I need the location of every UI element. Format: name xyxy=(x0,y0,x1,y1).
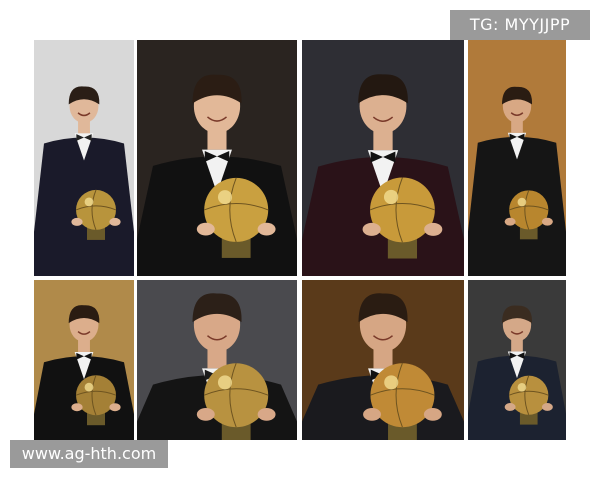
watermark-telegram: TG: MYYJJPP xyxy=(450,10,590,40)
hand-left xyxy=(71,217,83,226)
photo-tile-4 xyxy=(468,40,566,276)
portrait-illustration xyxy=(302,280,464,440)
hand-left xyxy=(196,222,215,236)
trophy-highlight xyxy=(517,383,527,392)
hand-left xyxy=(363,408,381,421)
portrait-illustration xyxy=(34,280,134,440)
hand-right xyxy=(257,222,276,236)
hand-right xyxy=(257,408,276,421)
trophy-highlight xyxy=(217,375,233,390)
hand-right xyxy=(424,222,443,236)
hand-right xyxy=(541,217,553,226)
golden-ball-trophy xyxy=(370,177,435,243)
trophy-highlight xyxy=(383,189,399,205)
trophy-highlight xyxy=(84,197,94,207)
hand-right xyxy=(423,408,442,421)
hand-left xyxy=(504,217,516,226)
golden-ball-trophy xyxy=(509,190,549,230)
hand-left xyxy=(196,408,215,421)
golden-ball-trophy xyxy=(204,363,269,428)
hand-right xyxy=(109,217,121,226)
trophy-highlight xyxy=(517,197,527,207)
hand-left xyxy=(362,222,381,236)
trophy-highlight xyxy=(384,375,399,390)
hand-left xyxy=(504,403,516,411)
portrait-illustration xyxy=(137,280,297,440)
portrait-illustration xyxy=(34,40,134,276)
golden-ball-trophy xyxy=(509,375,549,415)
photo-tile-3 xyxy=(302,40,464,276)
photo-tile-8 xyxy=(468,280,566,440)
hand-left xyxy=(71,403,83,412)
hand-right xyxy=(109,403,121,412)
golden-ball-trophy xyxy=(370,363,435,428)
golden-ball-trophy xyxy=(204,177,269,242)
photo-tile-2 xyxy=(137,40,297,276)
portrait-illustration xyxy=(468,40,566,276)
portrait-illustration xyxy=(468,280,566,440)
golden-ball-trophy xyxy=(76,189,116,230)
photo-tile-7 xyxy=(302,280,464,440)
photo-tile-6 xyxy=(137,280,297,440)
watermark-website: www.ag-hth.com xyxy=(10,440,168,468)
photo-collage xyxy=(34,40,566,440)
portrait-illustration xyxy=(302,40,464,276)
photo-tile-5 xyxy=(34,280,134,440)
trophy-highlight xyxy=(217,190,233,205)
hand-right xyxy=(541,403,553,411)
trophy-highlight xyxy=(84,382,94,392)
photo-tile-1 xyxy=(34,40,134,276)
golden-ball-trophy xyxy=(76,375,116,416)
portrait-illustration xyxy=(137,40,297,276)
